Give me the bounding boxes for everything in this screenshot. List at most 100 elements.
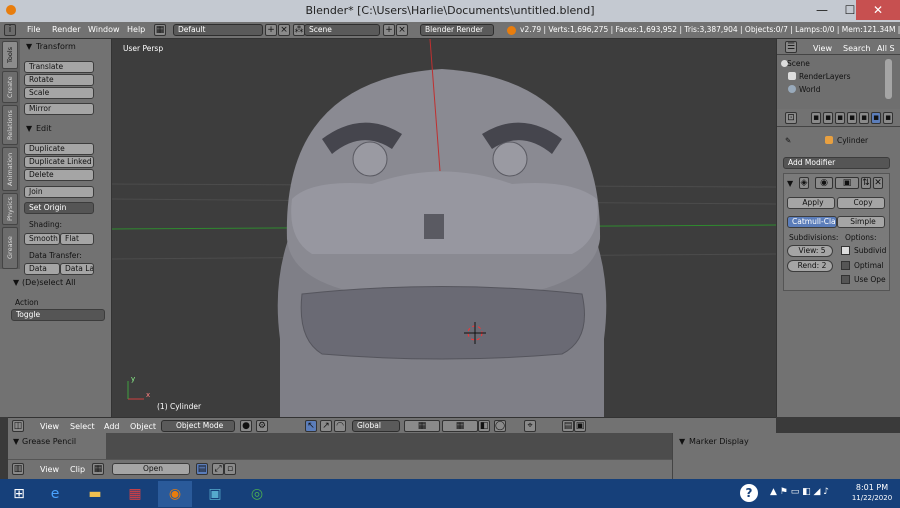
duplicate-linked-button[interactable]: Duplicate Linked	[24, 156, 94, 168]
pivot-icon[interactable]: ⤢	[212, 463, 224, 475]
delete-button[interactable]: Delete	[24, 169, 94, 181]
photos-icon[interactable]: ▣	[198, 481, 232, 507]
layout-icon[interactable]: ▦	[154, 24, 166, 36]
clock-time[interactable]: 8:01 PM	[852, 483, 892, 492]
close-button[interactable]: ✕	[856, 0, 900, 20]
set-origin-select[interactable]: Set Origin	[24, 202, 94, 214]
optimal-display-checkbox[interactable]	[841, 261, 850, 270]
use-opensubdiv-checkbox[interactable]	[841, 275, 850, 284]
tab-tools[interactable]: Tools	[2, 41, 18, 69]
subdivide-uvs-checkbox[interactable]	[841, 246, 850, 255]
menu-help[interactable]: Help	[127, 25, 145, 34]
clock-date[interactable]: 11/22/2020	[849, 494, 895, 502]
grease-pencil-toggle[interactable]: ▼	[13, 437, 19, 446]
system-tray-icons[interactable]: ▲ ⚑ ▭ ◧ ◢ ♪	[770, 487, 829, 497]
blender-taskbar-icon[interactable]: ◉	[158, 481, 192, 507]
rotate-manipulator-icon[interactable]: ◠	[334, 420, 346, 432]
data-transfer-button[interactable]: Data	[24, 263, 60, 275]
object-tab-icon[interactable]: ▪	[859, 112, 869, 124]
render-engine-select[interactable]: Blender Render	[420, 24, 494, 36]
menu-object[interactable]: Object	[130, 422, 156, 431]
modifier-render-icon[interactable]: ▣	[835, 177, 859, 189]
view-mode-icon[interactable]: ▤	[196, 463, 208, 475]
modifier-expand-toggle[interactable]: ▼	[787, 179, 793, 188]
translate-button[interactable]: Translate	[24, 61, 94, 73]
marker-display-toggle[interactable]: ▼	[679, 437, 685, 446]
scene-add-icon[interactable]: +	[383, 24, 395, 36]
edit-panel-toggle[interactable]: ▼	[26, 124, 32, 133]
lock-icon[interactable]: ◧	[478, 420, 490, 432]
editor-type-icon[interactable]: i	[4, 24, 16, 36]
operator-panel-toggle[interactable]: ▼	[13, 278, 19, 287]
menu-view[interactable]: View	[40, 422, 59, 431]
editor-type-icon[interactable]: ☰	[785, 41, 797, 53]
mirror-button[interactable]: Mirror	[24, 103, 94, 115]
pivot-icon[interactable]: ⚙	[256, 420, 268, 432]
start-button[interactable]: ⊞	[2, 481, 36, 507]
layout-field[interactable]: Default	[173, 24, 263, 36]
help-icon[interactable]: ?	[740, 484, 758, 502]
data-layout-button[interactable]: Data La	[60, 263, 94, 275]
tab-relations[interactable]: Relations	[2, 105, 18, 145]
world-tab-icon[interactable]: ▪	[847, 112, 857, 124]
layout-add-icon[interactable]: +	[265, 24, 277, 36]
layers-icon[interactable]: ▦	[442, 420, 478, 432]
menu-render[interactable]: Render	[52, 25, 80, 34]
proportional-edit-icon[interactable]: ◯	[494, 420, 506, 432]
internet-explorer-icon[interactable]: e	[38, 481, 72, 507]
snap-icon[interactable]: ⌖	[524, 420, 536, 432]
clip-icon[interactable]: ▦	[92, 463, 104, 475]
action-select[interactable]: Toggle	[11, 309, 105, 321]
menu-add[interactable]: Add	[104, 422, 120, 431]
flat-button[interactable]: Flat	[60, 233, 94, 245]
outliner-scrollbar[interactable]	[885, 59, 892, 99]
scene-field[interactable]: Scene	[304, 24, 380, 36]
tab-grease-pencil[interactable]: Grease Pencil	[2, 227, 18, 269]
scene-remove-icon[interactable]: ×	[396, 24, 408, 36]
simple-button[interactable]: Simple	[837, 216, 885, 228]
shading-mode-icon[interactable]: ●	[240, 420, 252, 432]
marker-icon[interactable]: ▫	[224, 463, 236, 475]
tab-animation[interactable]: Animation	[2, 147, 18, 191]
3d-viewport[interactable]: User Persp (1) Cylinder x y	[112, 39, 776, 417]
editor-type-icon[interactable]: ▥	[12, 463, 24, 475]
layout-remove-icon[interactable]: ×	[278, 24, 290, 36]
editor-type-icon[interactable]: ⊡	[785, 112, 797, 124]
copy-button[interactable]: Copy	[837, 197, 885, 209]
outliner-item-world[interactable]: World	[799, 85, 821, 94]
smooth-button[interactable]: Smooth	[24, 233, 60, 245]
menu-select[interactable]: Select	[70, 422, 95, 431]
rotate-button[interactable]: Rotate	[24, 74, 94, 86]
modifiers-tab-icon[interactable]: ▪	[871, 112, 881, 124]
menu-view[interactable]: View	[40, 465, 59, 474]
outliner-tab-search[interactable]: Search	[843, 44, 870, 53]
modifier-remove-icon[interactable]: ✕	[873, 177, 883, 189]
pin-icon[interactable]: ✎	[785, 136, 791, 145]
apps-icon[interactable]: ▦	[118, 481, 152, 507]
catmull-clark-button[interactable]: Catmull-Clark	[787, 216, 837, 228]
render-layers-tab-icon[interactable]: ▪	[823, 112, 833, 124]
render-preview-icon[interactable]: ▤	[562, 420, 574, 432]
view-levels-field[interactable]: View: 5	[787, 245, 833, 257]
layers-icon[interactable]: ▦	[404, 420, 440, 432]
apply-button[interactable]: Apply	[787, 197, 835, 209]
render-tab-icon[interactable]: ▪	[811, 112, 821, 124]
outliner-tab-all-scenes[interactable]: All S	[877, 44, 895, 53]
chrome-icon[interactable]: ◎	[240, 481, 274, 507]
modifier-visibility-icon[interactable]: ◉	[815, 177, 833, 189]
transform-panel-toggle[interactable]: ▼	[26, 42, 32, 51]
file-explorer-icon[interactable]: ▬	[78, 481, 112, 507]
orientation-select[interactable]: Global	[352, 420, 400, 432]
scale-button[interactable]: Scale	[24, 87, 94, 99]
menu-clip[interactable]: Clip	[70, 465, 85, 474]
tab-create[interactable]: Create	[2, 71, 18, 103]
minimize-button[interactable]: —	[808, 0, 836, 20]
outliner-item-renderlayers[interactable]: RenderLayers	[799, 72, 851, 81]
menu-file[interactable]: File	[27, 25, 40, 34]
add-modifier-select[interactable]: Add Modifier	[783, 157, 890, 169]
render-animation-icon[interactable]: ▣	[574, 420, 586, 432]
join-button[interactable]: Join	[24, 186, 94, 198]
outliner-item-scene[interactable]: Scene	[787, 59, 810, 68]
data-tab-icon[interactable]: ▪	[883, 112, 893, 124]
scene-tab-icon[interactable]: ▪	[835, 112, 845, 124]
